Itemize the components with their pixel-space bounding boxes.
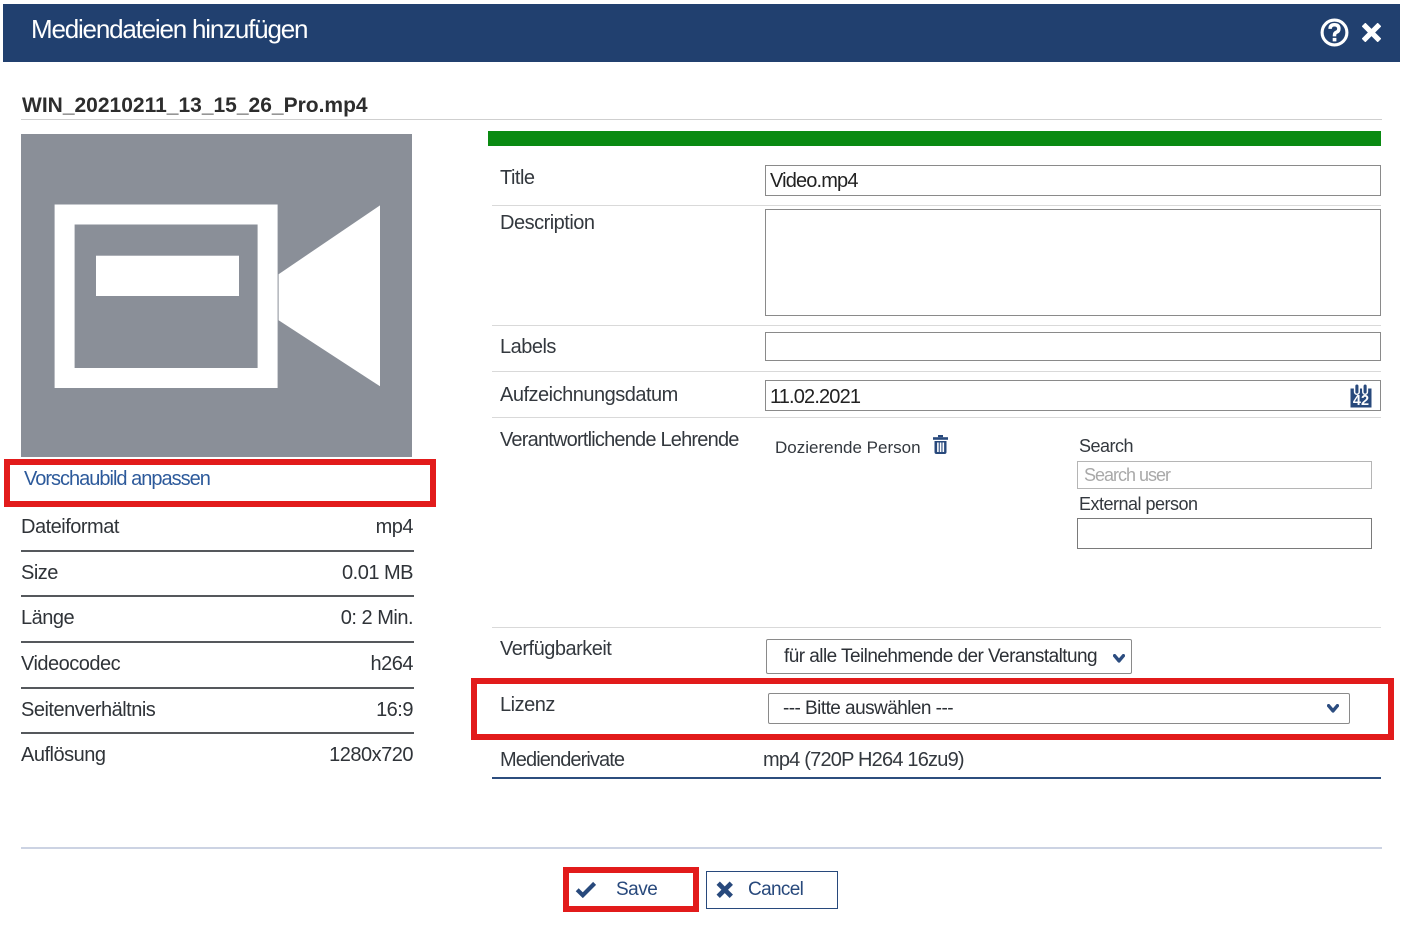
svg-text:42: 42 [1353,393,1369,409]
